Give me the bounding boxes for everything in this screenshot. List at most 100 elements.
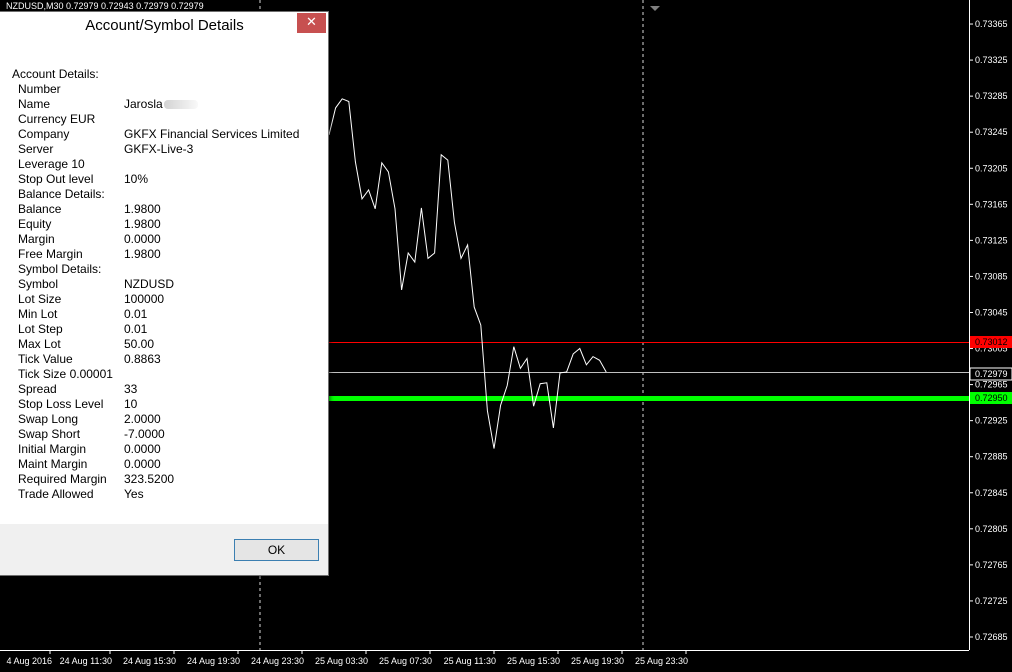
detail-value-text: 10% <box>124 172 149 186</box>
detail-label: Required Margin <box>18 472 107 486</box>
detail-label: Equity <box>18 217 52 231</box>
detail-value-text: 100000 <box>124 292 165 306</box>
detail-label: Server <box>18 142 54 156</box>
detail-label: Name <box>18 97 51 111</box>
y-tick-label: 0.72965 <box>975 380 1008 390</box>
price-level-tag: 0.72979 <box>975 369 1008 379</box>
detail-value-text: Jarosla <box>124 97 163 111</box>
detail-label: Symbol <box>18 277 59 291</box>
detail-value-text: -7.0000 <box>124 427 165 441</box>
detail-value-text: 0.01 <box>124 307 148 321</box>
detail-value: 323.5200 <box>124 472 174 487</box>
detail-value-text: 0.01 <box>124 322 148 336</box>
detail-value: 0.01 <box>124 322 147 337</box>
x-tick-label: 25 Aug 07:30 <box>379 656 432 666</box>
detail-value-text: NZDUSD <box>124 277 174 291</box>
price-level-tag: 0.72950 <box>975 393 1008 403</box>
detail-value: 1.9800 <box>124 247 161 262</box>
x-tick-label: 24 Aug 19:30 <box>187 656 240 666</box>
y-tick-label: 0.72885 <box>975 452 1008 462</box>
detail-label: Balance Details: <box>18 187 105 201</box>
x-tick-label: 25 Aug 11:30 <box>444 656 496 666</box>
y-tick-label: 0.73325 <box>975 55 1008 65</box>
detail-value: Jarosla <box>124 97 198 112</box>
detail-value: GKFX Financial Services Limited <box>124 127 299 142</box>
close-icon: ✕ <box>306 15 317 30</box>
dialog-titlebar[interactable]: Account/Symbol Details ✕ <box>0 12 328 40</box>
detail-label: Stop Loss Level <box>18 397 104 411</box>
detail-value-text: 33 <box>124 382 138 396</box>
redaction-blur <box>163 100 198 110</box>
detail-value-text: 323.5200 <box>124 472 175 486</box>
detail-value-text: 0.0000 <box>124 232 161 246</box>
detail-value: NZDUSD <box>124 277 174 292</box>
detail-value-text: 10 <box>124 397 138 411</box>
detail-label: Currency EUR <box>18 112 96 126</box>
x-tick-label: 24 Aug 15:30 <box>123 656 176 666</box>
y-tick-label: 0.73045 <box>975 307 1008 317</box>
y-tick-label: 0.73205 <box>975 163 1008 173</box>
detail-label: Swap Long <box>18 412 79 426</box>
y-tick-label: 0.72725 <box>975 596 1008 606</box>
y-tick-label: 0.73245 <box>975 127 1008 137</box>
trading-terminal-window: 0.73365 0.73325 0.73285 0.73245 0.73205 0.731… <box>0 0 1012 672</box>
y-tick-label: 0.73085 <box>975 271 1008 281</box>
detail-value: 1.9800 <box>124 217 161 232</box>
detail-label: Spread <box>18 382 57 396</box>
y-tick-label: 0.73365 <box>975 19 1008 29</box>
detail-value-text: GKFX-Live-3 <box>124 142 194 156</box>
detail-value-text: 50.00 <box>124 337 155 351</box>
y-tick-label: 0.73285 <box>975 91 1008 101</box>
detail-label: Number <box>18 82 61 96</box>
detail-value-text: 1.9800 <box>124 202 161 216</box>
detail-label: Lot Step <box>18 322 63 336</box>
detail-label: Max Lot <box>18 337 61 351</box>
account-symbol-details-dialog: Account/Symbol Details ✕ Account Details… <box>0 11 329 576</box>
detail-label: Lot Size <box>18 292 62 306</box>
y-tick-label: 0.72925 <box>975 416 1008 426</box>
x-tick-label: 25 Aug 15:30 <box>507 656 560 666</box>
detail-value-text: GKFX Financial Services Limited <box>124 127 300 141</box>
detail-value: 0.8863 <box>124 352 161 367</box>
detail-label: Account Details: <box>12 67 99 81</box>
detail-value: 10 <box>124 397 137 412</box>
detail-label: Symbol Details: <box>18 262 102 276</box>
y-tick-label: 0.72805 <box>975 524 1008 534</box>
detail-label: Stop Out level <box>18 172 94 186</box>
detail-value: GKFX-Live-3 <box>124 142 193 157</box>
detail-value-text: 0.0000 <box>124 442 161 456</box>
price-level-tag: 0.73012 <box>975 337 1008 347</box>
detail-value: 50.00 <box>124 337 154 352</box>
detail-value: 10% <box>124 172 148 187</box>
x-tick-label: 25 Aug 19:30 <box>571 656 624 666</box>
detail-value: 1.9800 <box>124 202 161 217</box>
detail-label: Maint Margin <box>18 457 88 471</box>
x-tick-label: 24 Aug 23:30 <box>251 656 304 666</box>
y-tick-label: 0.73125 <box>975 235 1008 245</box>
close-button[interactable]: ✕ <box>297 13 326 33</box>
x-tick-label: 24 Aug 11:30 <box>60 656 112 666</box>
detail-value: 0.01 <box>124 307 147 322</box>
detail-value: 0.0000 <box>124 232 161 247</box>
detail-value: 100000 <box>124 292 164 307</box>
detail-label: Balance <box>18 202 62 216</box>
detail-label: Tick Value <box>18 352 73 366</box>
detail-value: -7.0000 <box>124 427 165 442</box>
detail-label: Min Lot <box>18 307 58 321</box>
x-tick-label: 4 Aug 2016 <box>6 656 52 666</box>
detail-label: Company <box>18 127 70 141</box>
y-tick-label: 0.72765 <box>975 560 1008 570</box>
detail-label: Tick Size 0.00001 <box>18 367 113 381</box>
detail-value: Yes <box>124 487 144 502</box>
dialog-title: Account/Symbol Details <box>85 17 244 34</box>
detail-value: 2.0000 <box>124 412 161 427</box>
x-tick-label: 25 Aug 03:30 <box>315 656 368 666</box>
price-level-tags: 0.73012 0.72979 0.72950 <box>969 336 1012 404</box>
dialog-body: Account Details: Number Name Jarosla Currenc… <box>0 40 328 524</box>
detail-label: Initial Margin <box>18 442 87 456</box>
chart-title: NZDUSD,M30 0.72979 0.72943 0.72979 0.729… <box>6 1 204 11</box>
y-tick-label: 0.73165 <box>975 199 1008 209</box>
ok-button[interactable]: OK <box>234 539 319 561</box>
detail-value: 0.0000 <box>124 442 161 457</box>
dialog-footer: OK <box>0 524 328 575</box>
